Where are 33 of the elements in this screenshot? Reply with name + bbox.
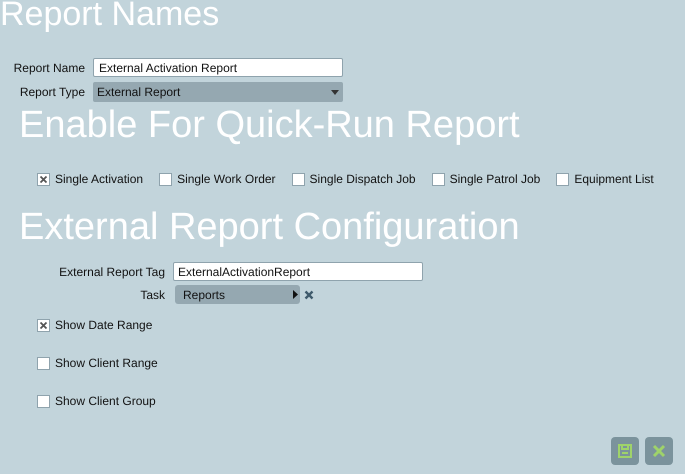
checkbox[interactable] (37, 356, 50, 370)
page-title: Report Names (0, 0, 220, 31)
task-selector[interactable]: Reports (175, 285, 300, 304)
checkbox-label: Equipment List (574, 171, 654, 188)
dropdown[interactable]: External Report (93, 82, 343, 102)
checkbox[interactable] (159, 172, 172, 186)
checkbox-label: Show Client Group (55, 393, 156, 410)
close-icon[interactable] (304, 290, 314, 300)
field-label: Report Type (18, 84, 85, 101)
section-heading: External Report Configuration (19, 207, 521, 247)
arrow-right-icon (293, 290, 298, 299)
save-button[interactable] (611, 437, 639, 465)
checkbox[interactable] (292, 172, 305, 186)
field-label: External Report Tag (58, 264, 165, 280)
checkbox[interactable] (37, 172, 50, 186)
section-heading: Enable For Quick-Run Report (19, 105, 521, 145)
checkbox-label: Show Date Range (55, 317, 152, 334)
checkbox-label: Single Work Order (177, 171, 276, 188)
close-button[interactable] (645, 437, 673, 465)
field-label: Task (139, 286, 165, 304)
input-field[interactable]: External Activation Report (93, 58, 343, 77)
checkbox-label: Single Patrol Job (450, 171, 540, 188)
caret-icon (331, 90, 339, 94)
checkbox-label: Single Dispatch Job (310, 171, 416, 188)
checkbox[interactable] (432, 172, 445, 186)
field-label: Report Name (12, 60, 85, 76)
checkbox-label: Single Activation (55, 171, 144, 188)
checkbox[interactable] (556, 172, 570, 186)
checkbox-label: Show Client Range (55, 355, 158, 372)
input-field[interactable]: ExternalActivationReport (173, 262, 423, 281)
checkbox[interactable] (37, 394, 50, 408)
checkbox[interactable] (37, 318, 50, 332)
close-icon (652, 444, 666, 458)
